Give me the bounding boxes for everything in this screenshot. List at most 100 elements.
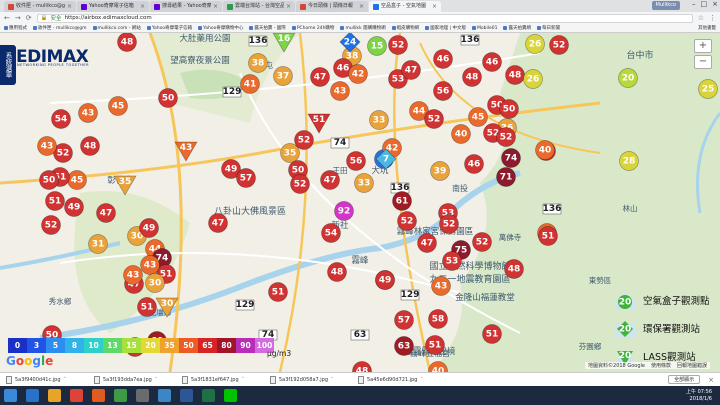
airbox-marker[interactable]: 47 bbox=[208, 213, 228, 233]
airbox-marker[interactable]: 48 bbox=[117, 33, 137, 52]
airbox-marker[interactable]: 54 bbox=[321, 223, 341, 243]
airbox-marker[interactable]: 52 bbox=[439, 214, 459, 234]
airbox-marker[interactable]: 56 bbox=[433, 81, 453, 101]
airbox-marker[interactable]: 51 bbox=[45, 191, 65, 211]
airbox-marker[interactable]: 51 bbox=[268, 282, 288, 302]
airbox-marker[interactable]: 52 bbox=[294, 130, 314, 150]
forward-icon[interactable]: → bbox=[15, 14, 21, 22]
browser-tab[interactable]: 雲端台灣站 - 台灣空品 × bbox=[223, 1, 295, 12]
airbox-marker[interactable]: 28 bbox=[619, 151, 639, 171]
close-icon[interactable]: × bbox=[359, 1, 364, 12]
airbox-marker[interactable]: 48 bbox=[327, 262, 347, 282]
airbox-marker[interactable]: 43 bbox=[431, 276, 451, 296]
airbox-marker[interactable]: 57 bbox=[236, 168, 256, 188]
chevron-up-icon[interactable]: ˄ bbox=[64, 377, 67, 383]
download-item[interactable]: 5a3f193dda7ea.jpg ˄ bbox=[94, 375, 174, 384]
airbox-marker[interactable]: 52 bbox=[41, 215, 61, 235]
airbox-marker[interactable]: 52 bbox=[496, 127, 516, 147]
airbox-marker[interactable]: 47 bbox=[96, 203, 116, 223]
airbox-marker[interactable]: 50 bbox=[499, 99, 519, 119]
airbox-marker[interactable]: 43 bbox=[78, 103, 98, 123]
browser-tab[interactable]: 收件匣 - mullikco@gm × bbox=[4, 1, 76, 12]
firefox-icon[interactable] bbox=[92, 389, 105, 402]
close-icon[interactable]: × bbox=[140, 1, 145, 12]
airbox-marker[interactable]: 46 bbox=[433, 49, 453, 69]
star-icon[interactable]: ☆ bbox=[698, 14, 704, 22]
airbox-marker[interactable]: 46 bbox=[464, 154, 484, 174]
bookmark-item[interactable]: 露天拍賣 - 國際 bbox=[249, 25, 286, 31]
airbox-marker[interactable]: 57 bbox=[394, 310, 414, 330]
bookmark-item[interactable]: 露天拍賣網 bbox=[503, 25, 531, 31]
airbox-marker[interactable]: 37 bbox=[273, 66, 293, 86]
chevron-up-icon[interactable]: ˄ bbox=[155, 377, 158, 383]
app-icon[interactable] bbox=[114, 389, 127, 402]
close-icon[interactable]: × bbox=[708, 376, 714, 384]
zoom-out-button[interactable]: − bbox=[694, 55, 712, 69]
airbox-marker[interactable]: 49 bbox=[64, 197, 84, 217]
airbox-marker[interactable]: 47 bbox=[320, 170, 340, 190]
airbox-marker[interactable]: 49 bbox=[139, 218, 159, 238]
close-window-icon[interactable]: × bbox=[712, 0, 718, 8]
airbox-marker[interactable]: 25 bbox=[698, 79, 718, 99]
airbox-marker[interactable]: 52 bbox=[424, 109, 444, 129]
airbox-marker[interactable]: 40 bbox=[451, 124, 471, 144]
airbox-marker[interactable]: 31 bbox=[88, 234, 108, 254]
bookmark-item[interactable]: 收件匣 - mullikco@gm bbox=[33, 25, 87, 31]
airbox-marker[interactable]: 50 bbox=[39, 170, 59, 190]
airbox-marker[interactable]: 20 bbox=[618, 68, 638, 88]
airbox-marker[interactable]: 52 bbox=[290, 174, 310, 194]
download-item[interactable]: 5a3f9400d41c.jpg ˄ bbox=[6, 375, 86, 384]
ie-icon[interactable] bbox=[26, 389, 39, 402]
window-user-badge[interactable]: Mullikco bbox=[651, 1, 680, 10]
airbox-marker[interactable]: 48 bbox=[504, 259, 524, 279]
close-icon[interactable]: × bbox=[213, 1, 218, 12]
airbox-marker[interactable]: 50 bbox=[158, 88, 178, 108]
airbox-marker[interactable]: 45 bbox=[468, 107, 488, 127]
airbox-marker[interactable]: 47 bbox=[310, 67, 330, 87]
airbox-marker[interactable]: 74 bbox=[501, 148, 521, 168]
app-icon[interactable] bbox=[136, 389, 149, 402]
airbox-marker[interactable]: 56 bbox=[346, 151, 366, 171]
chevron-up-icon[interactable]: ˄ bbox=[331, 377, 334, 383]
close-icon[interactable]: × bbox=[67, 1, 72, 12]
chrome-icon[interactable] bbox=[70, 389, 83, 402]
browser-tab[interactable]: 今日頭條 | 頭條日報 × bbox=[296, 1, 368, 12]
bookmark-item[interactable]: 應用程式 bbox=[4, 25, 27, 31]
url-input[interactable]: 🔒 安全 https://airbox.edimaxcloud.com bbox=[36, 13, 693, 23]
map-canvas[interactable]: 大肚藥用公園望高寮夜景公園台中市彰化市八卦山大佛風景區霧峰林家宮保第園區國立自然… bbox=[0, 33, 720, 372]
airbox-marker[interactable]: 40 bbox=[535, 140, 555, 160]
airbox-marker[interactable]: 51 bbox=[425, 335, 445, 355]
app-icon[interactable] bbox=[158, 389, 171, 402]
browser-tab[interactable]: 搜尋結果 - Yahoo奇摩 × bbox=[150, 1, 222, 12]
download-item[interactable]: 5a3f192d058a7.jpg ˄ bbox=[270, 375, 350, 384]
menu-icon[interactable]: ⋮ bbox=[709, 14, 716, 22]
airbox-marker[interactable]: 48 bbox=[80, 136, 100, 156]
airbox-marker[interactable]: 53 bbox=[442, 251, 462, 271]
airbox-marker[interactable]: 42 bbox=[348, 64, 368, 84]
download-item[interactable]: 5a45e6d90d721.jpg ˄ bbox=[358, 375, 438, 384]
bookmark-item[interactable]: Yahoo奇摩電子信箱 bbox=[146, 25, 192, 31]
system-menu-tab[interactable]: 系統選單 bbox=[0, 45, 16, 85]
start-icon[interactable] bbox=[4, 389, 17, 402]
chevron-up-icon[interactable]: ˄ bbox=[242, 377, 245, 383]
airbox-marker[interactable]: 71 bbox=[496, 167, 516, 187]
airbox-marker[interactable]: 51 bbox=[137, 297, 157, 317]
browser-tab-active[interactable]: 空品盒子 - 空氣地圖 × bbox=[369, 1, 441, 12]
airbox-marker[interactable]: 52 bbox=[549, 35, 569, 55]
minimize-icon[interactable]: – bbox=[692, 0, 696, 8]
reload-icon[interactable]: ⟳ bbox=[26, 14, 32, 22]
airbox-marker[interactable]: 92 bbox=[334, 201, 354, 221]
airbox-marker[interactable]: 30 bbox=[145, 273, 165, 293]
bookmark-item[interactable]: 蝦皮購物網 bbox=[391, 25, 419, 31]
airbox-marker[interactable]: 43 bbox=[330, 81, 350, 101]
excel-icon[interactable] bbox=[202, 389, 215, 402]
download-item[interactable]: 5a3f1831ef647.jpg ˄ bbox=[182, 375, 262, 384]
airbox-marker[interactable]: 41 bbox=[240, 74, 260, 94]
browser-tab[interactable]: Yahoo奇摩電子信箱 × bbox=[77, 1, 149, 12]
airbox-marker[interactable]: 47 bbox=[401, 60, 421, 80]
bookmark-item[interactable]: mullikk 團購購物網 bbox=[340, 25, 386, 31]
airbox-marker[interactable]: 33 bbox=[354, 173, 374, 193]
airbox-marker[interactable]: 39 bbox=[430, 161, 450, 181]
chevron-up-icon[interactable]: ˄ bbox=[420, 377, 423, 383]
airbox-marker[interactable]: 48 bbox=[505, 65, 525, 85]
